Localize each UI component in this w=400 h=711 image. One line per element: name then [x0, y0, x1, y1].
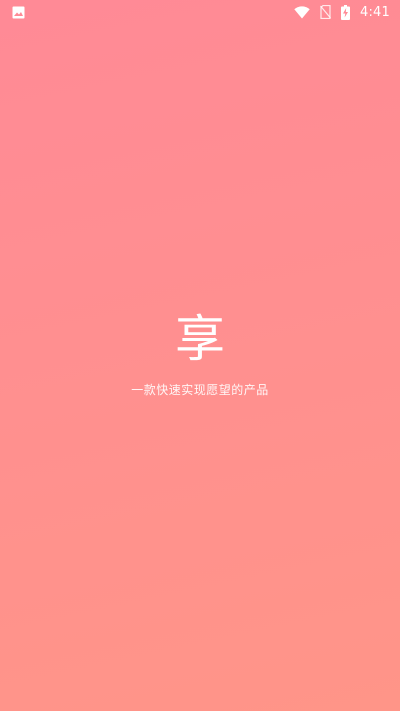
splash-screen: 4:41 享 一款快速实现愿望的产品	[0, 0, 400, 711]
splash-center: 享 一款快速实现愿望的产品	[0, 308, 400, 398]
status-right: 4:41	[284, 4, 390, 20]
wifi-icon	[294, 5, 310, 19]
status-time: 4:41	[360, 4, 390, 20]
status-left	[12, 6, 25, 19]
image-icon	[12, 6, 25, 19]
app-slogan: 一款快速实现愿望的产品	[131, 383, 269, 397]
app-logo-text: 享	[175, 310, 225, 368]
no-sim-icon	[320, 5, 331, 19]
status-bar: 4:41	[0, 0, 400, 24]
battery-charging-icon	[341, 4, 350, 20]
